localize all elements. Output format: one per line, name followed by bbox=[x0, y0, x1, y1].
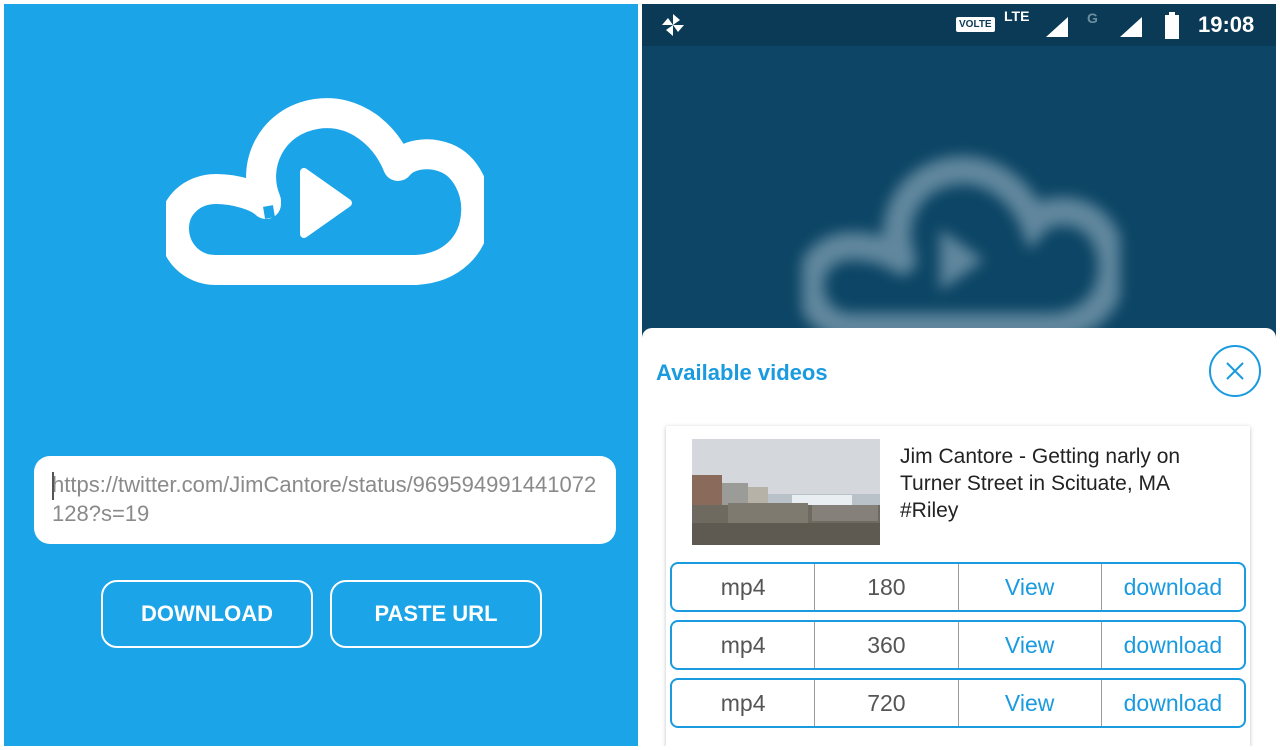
url-input[interactable]: https://twitter.com/JimCantore/status/96… bbox=[34, 456, 616, 544]
quality-label: 180 bbox=[815, 564, 959, 610]
format-label: mp4 bbox=[672, 622, 816, 668]
clock: 19:08 bbox=[1198, 12, 1255, 37]
format-label: mp4 bbox=[672, 564, 816, 610]
paste-url-button[interactable]: PASTE URL bbox=[330, 580, 542, 648]
sheet-title: Available videos bbox=[656, 360, 828, 385]
available-videos-sheet: Available videos Jim Cantore - Getting n… bbox=[642, 328, 1276, 746]
pinwheel-icon bbox=[662, 14, 684, 36]
volte-badge: VOLTE bbox=[956, 17, 995, 32]
video-title: Jim Cantore - Getting narly on Turner St… bbox=[900, 445, 1181, 522]
battery-icon bbox=[1165, 12, 1179, 39]
format-label: mp4 bbox=[672, 680, 816, 726]
download-button[interactable]: DOWNLOAD bbox=[101, 580, 313, 648]
close-icon[interactable] bbox=[1208, 344, 1262, 398]
main-screen: https://twitter.com/JimCantore/status/96… bbox=[4, 4, 638, 746]
download-button-label: DOWNLOAD bbox=[141, 601, 273, 626]
text-caret bbox=[52, 472, 54, 500]
view-link[interactable]: View bbox=[959, 680, 1102, 726]
signal-strength-icon-2 bbox=[1120, 17, 1142, 37]
download-link[interactable]: download bbox=[1102, 564, 1244, 610]
format-row-720: mp4 720 View download bbox=[670, 678, 1246, 728]
url-input-value: https://twitter.com/JimCantore/status/96… bbox=[52, 472, 597, 526]
network-type-indicator: G bbox=[1087, 10, 1098, 26]
download-link[interactable]: download bbox=[1102, 622, 1244, 668]
view-link[interactable]: View bbox=[959, 564, 1102, 610]
results-screen: VOLTE LTE G 19:08 Available videos Jim C… bbox=[642, 4, 1276, 746]
status-bar: VOLTE LTE G 19:08 bbox=[642, 4, 1276, 46]
lte-indicator: LTE bbox=[1004, 8, 1030, 24]
cloud-play-icon-blurred bbox=[802, 156, 1120, 341]
signal-strength-icon bbox=[1046, 17, 1068, 37]
quality-label: 360 bbox=[815, 622, 959, 668]
video-thumbnail-image bbox=[692, 439, 880, 545]
video-card: Jim Cantore - Getting narly on Turner St… bbox=[666, 426, 1250, 746]
quality-label: 720 bbox=[815, 680, 959, 726]
format-row-180: mp4 180 View download bbox=[670, 562, 1246, 612]
paste-url-button-label: PASTE URL bbox=[374, 601, 498, 626]
format-row-360: mp4 360 View download bbox=[670, 620, 1246, 670]
cloud-play-icon bbox=[166, 98, 484, 285]
view-link[interactable]: View bbox=[959, 622, 1102, 668]
video-thumbnail[interactable] bbox=[692, 439, 880, 545]
download-link[interactable]: download bbox=[1102, 680, 1244, 726]
